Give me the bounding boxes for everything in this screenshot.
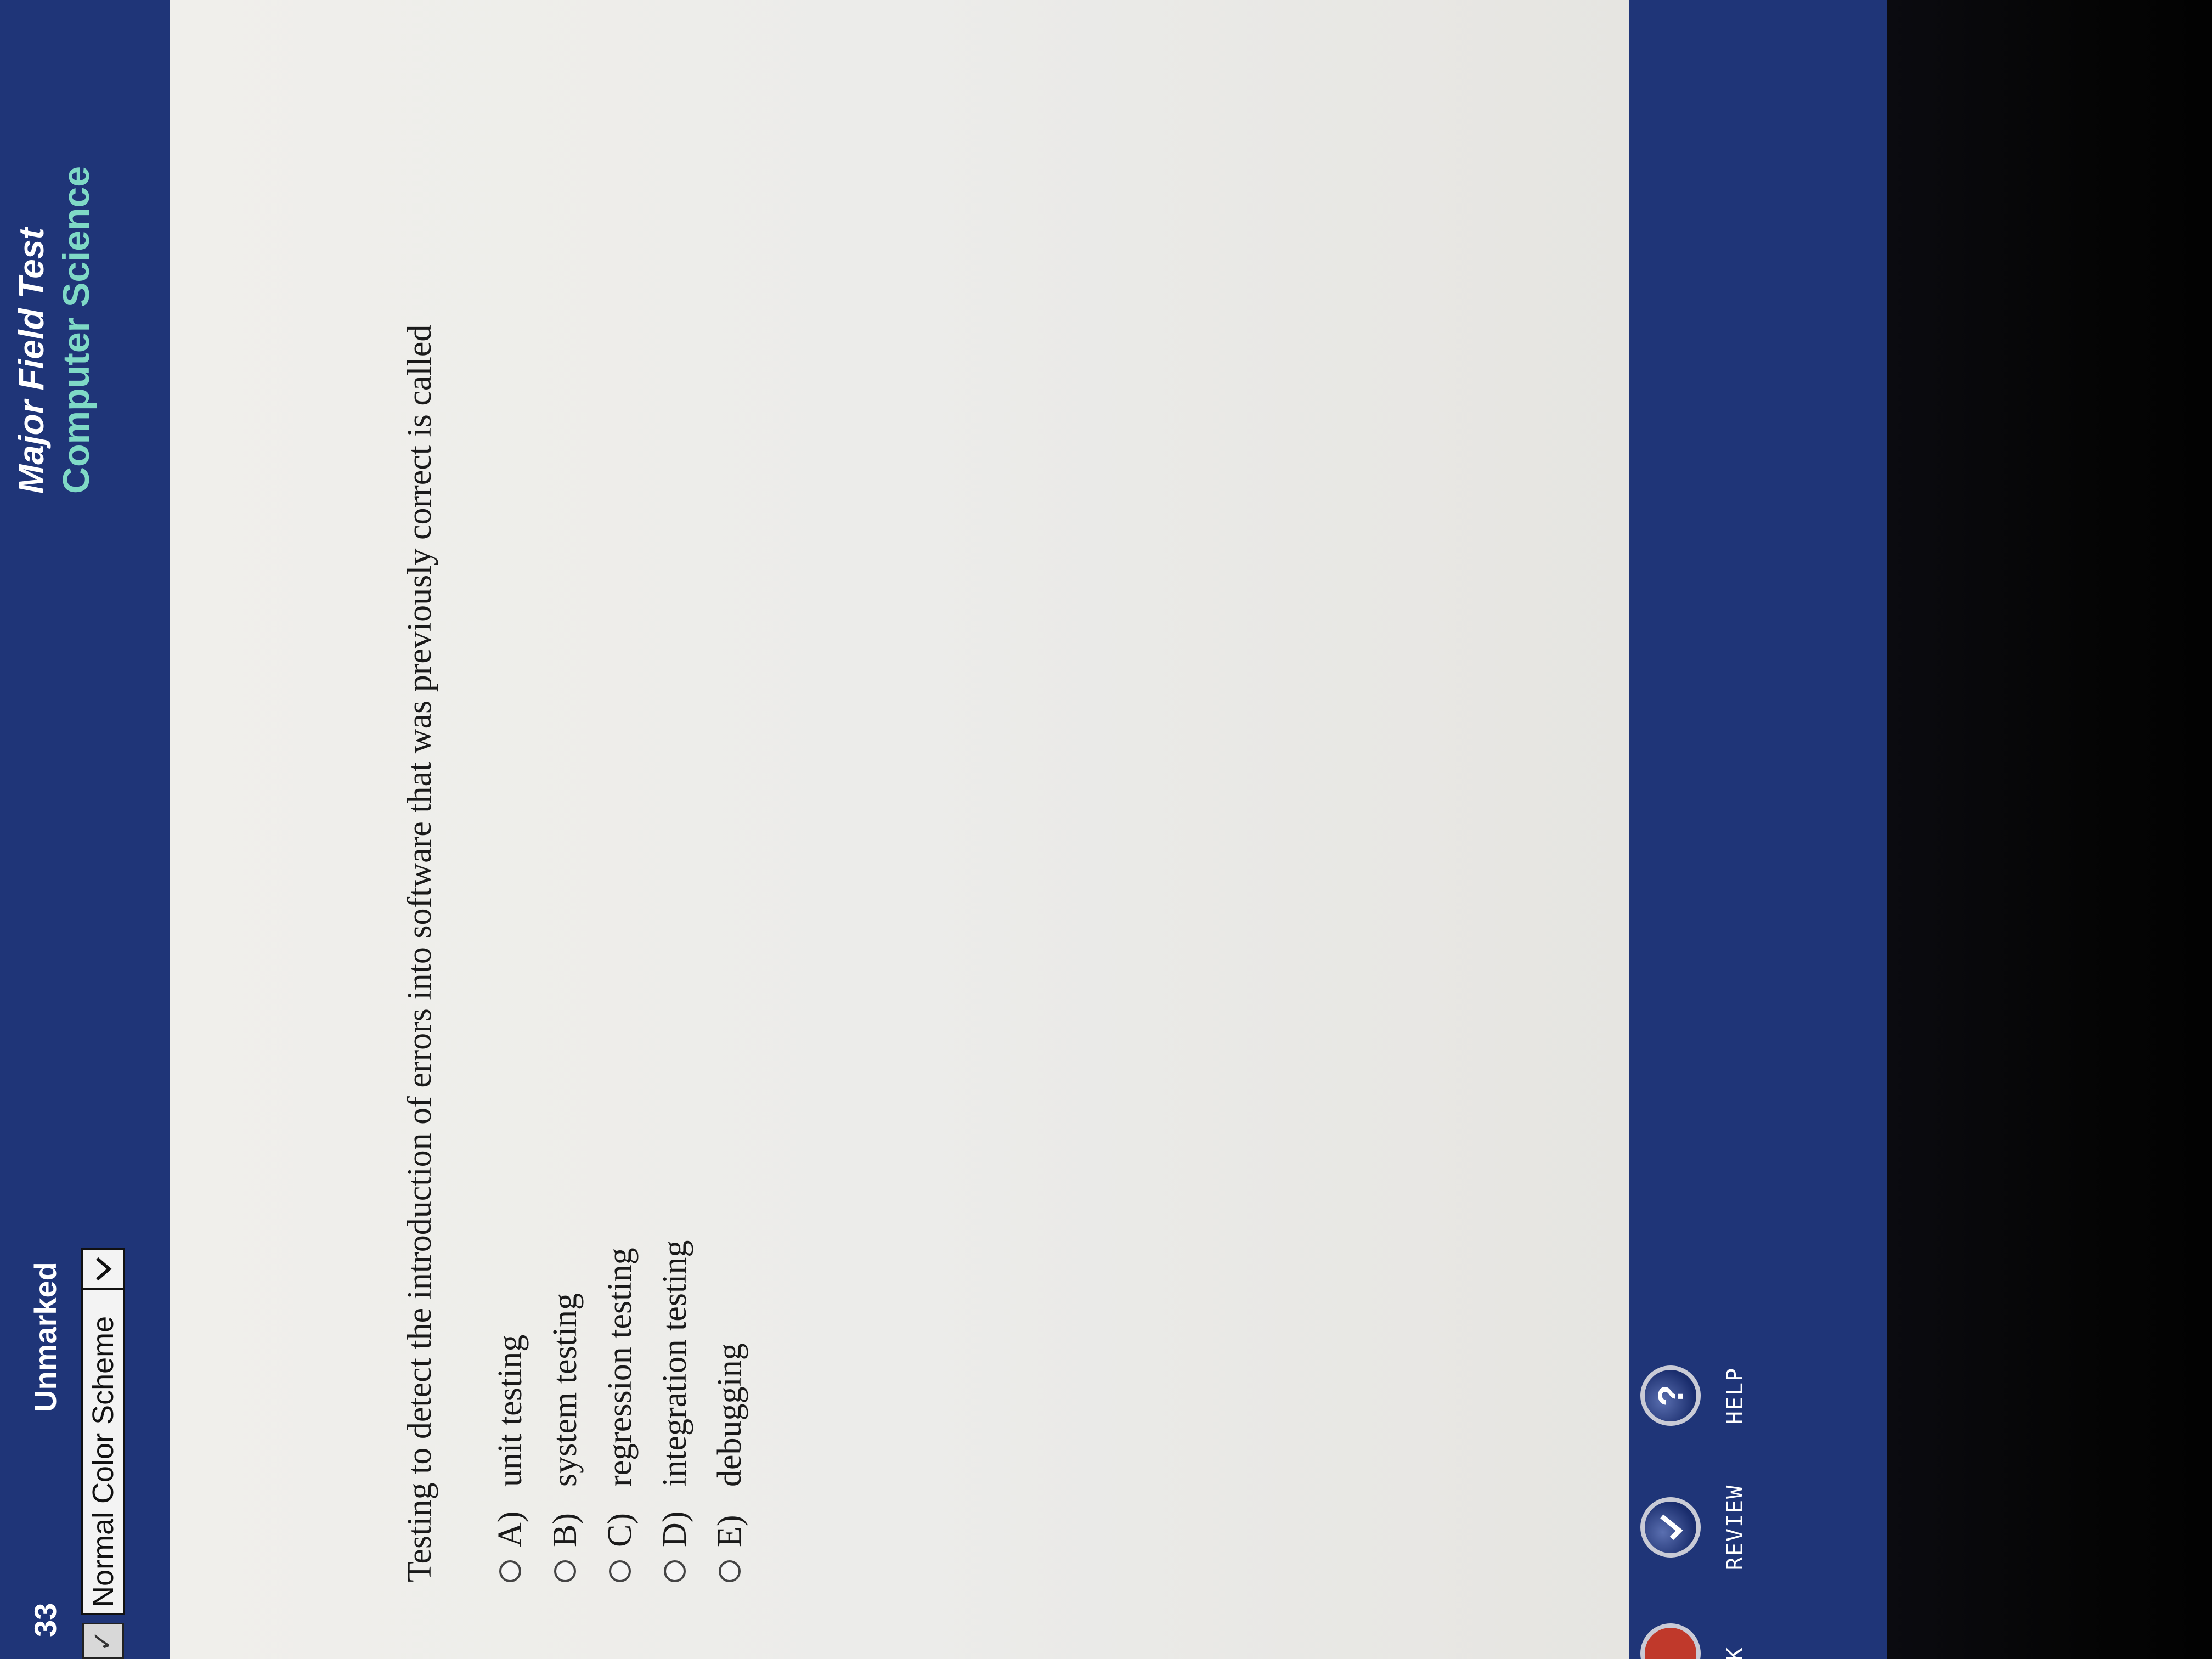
option-e[interactable]: E) debugging — [702, 1240, 757, 1582]
question-number: 33 — [28, 1602, 63, 1637]
review-button[interactable]: REVIEW — [1640, 1472, 1748, 1582]
chevron-down-icon[interactable] — [83, 1250, 123, 1290]
test-subject: Computer Science — [55, 166, 97, 494]
help-icon: ? — [1640, 1365, 1701, 1426]
mark-status-label: Unmarked — [28, 1262, 63, 1412]
back-button[interactable]: K — [1640, 1599, 1748, 1659]
option-text: unit testing — [491, 1334, 529, 1487]
mark-checkbox[interactable]: ✓ — [82, 1623, 124, 1659]
option-d[interactable]: D) integration testing — [647, 1240, 702, 1582]
monitor-bezel — [1887, 0, 2212, 1659]
option-b[interactable]: B) system testing — [538, 1240, 592, 1582]
radio-button[interactable] — [499, 1560, 521, 1582]
radio-button[interactable] — [609, 1560, 631, 1582]
answer-options: A) unit testing B) system testing C) reg… — [483, 1240, 757, 1582]
color-scheme-value: Normal Color Scheme — [87, 1316, 120, 1607]
help-label: HELP — [1723, 1367, 1748, 1425]
chevron-down-icon-svg — [96, 1257, 112, 1281]
review-label: REVIEW — [1723, 1484, 1748, 1571]
test-title-block: Major Field Test Computer Science — [11, 0, 98, 494]
option-letter: A) — [491, 1511, 529, 1547]
checkmark-icon — [1640, 1497, 1701, 1558]
option-letter: B) — [546, 1513, 584, 1547]
option-text: regression testing — [601, 1248, 639, 1487]
option-a[interactable]: A) unit testing — [483, 1240, 538, 1582]
option-letter: D) — [656, 1511, 693, 1547]
option-letter: E) — [710, 1515, 748, 1547]
option-text: system testing — [546, 1293, 584, 1487]
color-scheme-select[interactable]: Normal Color Scheme — [81, 1248, 125, 1615]
checkmark-icon: ✓ — [88, 1629, 117, 1652]
option-text: debugging — [710, 1343, 748, 1487]
bottom-toolbar: K REVIEW ? HELP — [1629, 0, 1887, 1659]
option-text: integration testing — [656, 1240, 693, 1487]
option-c[interactable]: C) regression testing — [592, 1240, 647, 1582]
radio-button[interactable] — [719, 1560, 741, 1582]
option-letter: C) — [601, 1513, 639, 1547]
question-text: Testing to detect the introduction of er… — [401, 324, 438, 1582]
test-title: Major Field Test — [12, 228, 51, 494]
exam-screen: 33 Unmarked ✓ Normal Color Scheme Major … — [0, 0, 1887, 1659]
checkmark-icon-svg — [1660, 1514, 1683, 1541]
radio-button[interactable] — [554, 1560, 576, 1582]
help-button[interactable]: ? HELP — [1640, 1341, 1748, 1451]
top-bar: 33 Unmarked ✓ Normal Color Scheme Major … — [0, 0, 165, 1659]
back-icon — [1640, 1623, 1701, 1659]
question-panel: Testing to detect the introduction of er… — [170, 0, 1629, 1659]
radio-button[interactable] — [664, 1560, 686, 1582]
back-label: K — [1723, 1646, 1748, 1659]
